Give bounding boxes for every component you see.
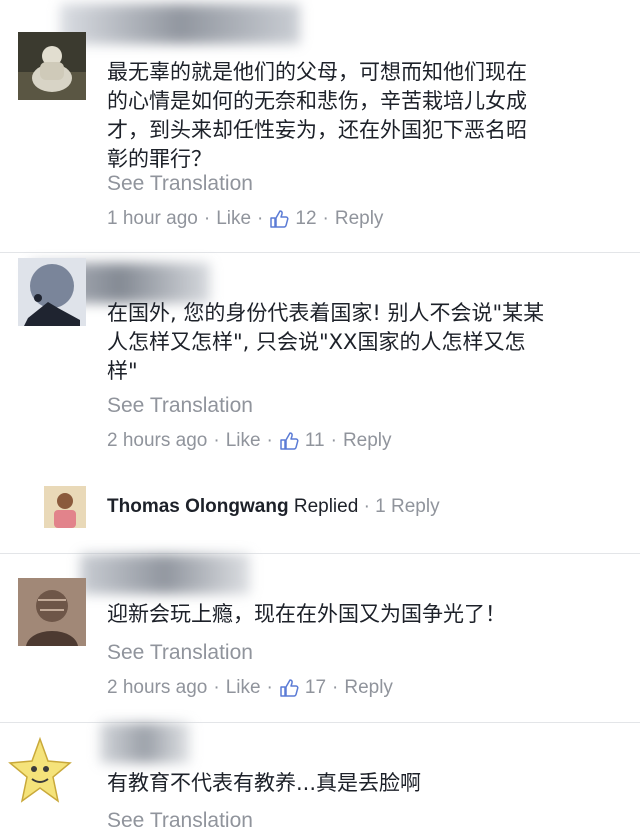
separator-dot: · bbox=[322, 208, 329, 229]
comment-line: 样" bbox=[107, 359, 138, 383]
comment-line: 最无辜的就是他们的父母，可想而知他们现在 bbox=[107, 60, 527, 84]
comment-time: 1 hour ago bbox=[107, 208, 198, 229]
sketch-portrait-avatar-icon bbox=[18, 578, 86, 646]
separator-dot: · bbox=[330, 430, 337, 451]
thumbs-up-icon bbox=[280, 679, 299, 697]
separator-dot: · bbox=[266, 677, 273, 698]
comment-2: 在国外, 您的身份代表着国家! 别人不会说"某某 人怎样又怎样", 只会说"XX… bbox=[0, 253, 640, 478]
see-translation-link[interactable]: See Translation bbox=[107, 172, 253, 196]
comment-4: 有教育不代表有教养...真是丢脸啊 See Translation bbox=[0, 723, 640, 832]
blurred-name bbox=[80, 554, 250, 594]
like-count: 17 bbox=[304, 677, 327, 698]
comment-time: 2 hours ago bbox=[107, 430, 208, 451]
separator-dot: · bbox=[213, 677, 220, 698]
see-translation-link[interactable]: See Translation bbox=[107, 394, 253, 418]
silhouette-avatar-icon bbox=[18, 258, 86, 326]
comment-line: 有教育不代表有教养...真是丢脸啊 bbox=[107, 771, 422, 795]
reply-author[interactable]: Thomas Olongwang bbox=[107, 496, 289, 517]
blurred-name bbox=[60, 4, 300, 44]
reply-avatar[interactable] bbox=[44, 486, 86, 528]
comment-1: 最无辜的就是他们的父母，可想而知他们现在 的心情是如何的无奈和悲伤，辛苦栽培儿女… bbox=[0, 0, 640, 250]
buddha-statue-avatar-icon bbox=[18, 32, 86, 100]
comment-line: 在国外, 您的身份代表着国家! 别人不会说"某某 bbox=[107, 301, 545, 325]
comment-text: 最无辜的就是他们的父母，可想而知他们现在 的心情是如何的无奈和悲伤，辛苦栽培儿女… bbox=[107, 58, 627, 174]
comment-meta: 2 hours ago · Like · 17 · Reply bbox=[107, 677, 393, 699]
comment-line: 彰的罪行？ bbox=[107, 147, 212, 171]
commenter-avatar[interactable] bbox=[18, 578, 86, 646]
comment-3: 迎新会玩上瘾，现在在外国又为国争光了！ See Translation 2 ho… bbox=[0, 554, 640, 719]
thumbs-up-icon bbox=[270, 210, 289, 228]
comment-line: 迎新会玩上瘾，现在在外国又为国争光了！ bbox=[107, 602, 506, 626]
separator-dot: · bbox=[203, 208, 211, 229]
comment-text: 在国外, 您的身份代表着国家! 别人不会说"某某 人怎样又怎样", 只会说"XX… bbox=[107, 299, 627, 386]
separator-dot: · bbox=[363, 496, 376, 517]
reply-button[interactable]: Reply bbox=[335, 208, 384, 230]
like-button[interactable]: Like bbox=[216, 208, 251, 230]
reply-count[interactable]: 1 Reply bbox=[375, 496, 439, 517]
see-translation-link[interactable]: See Translation bbox=[107, 809, 253, 833]
comment-line: 的心情是如何的无奈和悲伤，辛苦栽培儿女成 bbox=[107, 89, 527, 113]
reply-button[interactable]: Reply bbox=[343, 430, 392, 452]
comment-time: 2 hours ago bbox=[107, 677, 208, 698]
like-count: 12 bbox=[295, 208, 317, 229]
person-photo-avatar-icon bbox=[44, 486, 86, 528]
like-button[interactable]: Like bbox=[226, 430, 261, 452]
blurred-name bbox=[100, 723, 190, 763]
separator-dot: · bbox=[257, 208, 264, 229]
comment-line: 人怎样又怎样", 只会说"XX国家的人怎样又怎 bbox=[107, 330, 526, 354]
commenter-avatar[interactable] bbox=[18, 32, 86, 100]
like-count: 11 bbox=[304, 430, 325, 451]
see-translation-link[interactable]: See Translation bbox=[107, 641, 253, 665]
comment-line: 才，到头来却任性妄为，还在外国犯下恶名昭 bbox=[107, 118, 527, 142]
thumbs-up-icon bbox=[280, 432, 299, 450]
reply-button[interactable]: Reply bbox=[344, 677, 393, 699]
reply-summary-row[interactable]: Thomas Olongwang Replied · 1 Reply bbox=[0, 478, 640, 548]
comment-meta: 2 hours ago · Like · 11 · Reply bbox=[107, 430, 392, 452]
comment-text: 有教育不代表有教养...真是丢脸啊 bbox=[107, 769, 627, 798]
star-face-avatar-icon bbox=[8, 735, 72, 811]
commenter-avatar[interactable] bbox=[18, 258, 86, 326]
comment-text: 迎新会玩上瘾，现在在外国又为国争光了！ bbox=[107, 600, 627, 629]
separator-dot: · bbox=[266, 430, 273, 451]
like-button[interactable]: Like bbox=[226, 677, 261, 699]
comment-meta: 1 hour ago · Like · 12 · Reply bbox=[107, 208, 383, 230]
commenter-avatar[interactable] bbox=[8, 735, 72, 811]
reply-action: Replied bbox=[293, 496, 359, 517]
separator-dot: · bbox=[213, 430, 220, 451]
separator-dot: · bbox=[332, 677, 339, 698]
reply-summary-text[interactable]: Thomas Olongwang Replied · 1 Reply bbox=[107, 496, 440, 518]
